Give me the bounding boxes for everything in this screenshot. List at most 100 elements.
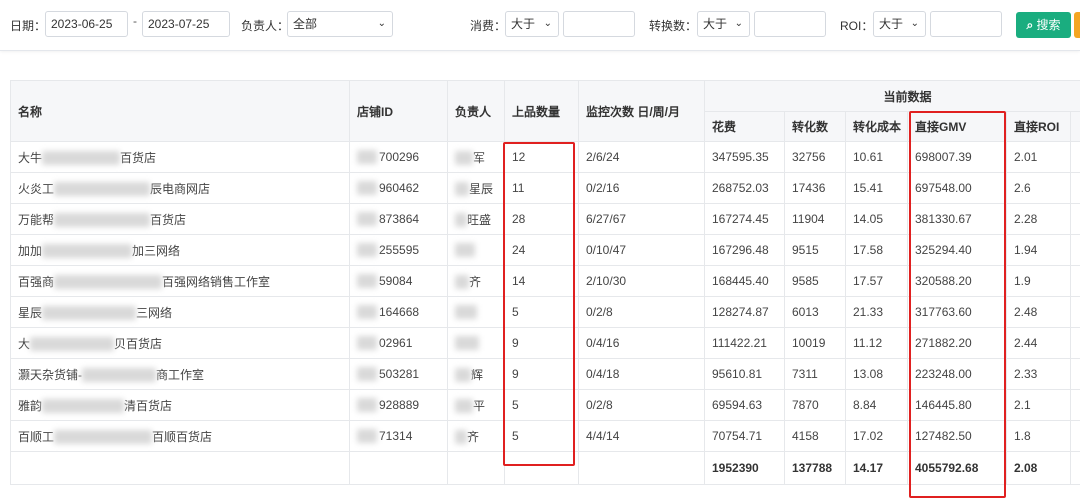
- redacted-mask: [357, 367, 377, 382]
- export-button[interactable]: [1074, 12, 1080, 38]
- search-button-label: 搜索: [1036, 18, 1061, 32]
- owner-select[interactable]: 全部 ⌄: [287, 11, 393, 37]
- store-id-value: 255595: [379, 242, 420, 257]
- store-name-prefix: 万能帮: [18, 212, 55, 227]
- col-direct-gmv[interactable]: 直接GMV: [907, 111, 1007, 142]
- col-listed-count[interactable]: 上品数量: [504, 80, 579, 142]
- cell-monitor-count: 0/4/16: [578, 327, 705, 359]
- col-name[interactable]: 名称: [10, 80, 350, 142]
- redacted-mask: [42, 306, 137, 321]
- owner-value: 齐: [467, 429, 480, 444]
- cell-store-id: 02961: [349, 327, 448, 359]
- table-row[interactable]: 万能帮 百货店 873864 旺盛 28 6/27/67 167274.45 11904 14.…: [10, 203, 1080, 235]
- cell-conversion-cost: 17.58: [845, 234, 908, 266]
- col-overflow: [1069, 111, 1080, 142]
- chevron-down-icon: ⌄: [734, 18, 743, 29]
- col-conversions[interactable]: 转化数: [784, 111, 846, 142]
- roi-value-input[interactable]: [930, 11, 1002, 37]
- date-end-input[interactable]: 2023-07-25: [142, 11, 230, 37]
- spend-operator-value: 大于: [511, 17, 536, 31]
- cell-owner: 平: [447, 389, 505, 421]
- cell-store-id: 59084: [349, 265, 448, 297]
- date-start-input[interactable]: 2023-06-25: [45, 11, 128, 37]
- table-row[interactable]: 加加 加三网络 255595 24 0/10/47 167296.48 9515 17.58 3…: [10, 234, 1080, 266]
- table-row[interactable]: 星辰 三网络 164668 5 0/2/8 128274.87 6013 21.33 31776…: [10, 296, 1080, 328]
- cell-owner: 旺盛: [447, 203, 505, 235]
- cell-listed-count: 24: [504, 234, 579, 266]
- table-row[interactable]: 大 贝百货店 02961 9 0/4/16 111422.21 10019 11.12 2718…: [10, 327, 1080, 359]
- cell-conversions: 9515: [784, 234, 846, 266]
- total-spend: 1952390: [704, 451, 785, 485]
- table-row[interactable]: 百顺工 百顺百货店 71314 齐 5 4/4/14 70754.71 4158 17.02 12…: [10, 420, 1080, 452]
- cell-monitor-count: 0/2/16: [578, 172, 705, 204]
- col-store-id[interactable]: 店铺ID: [349, 80, 448, 142]
- cell-name: 大 贝百货店: [10, 327, 350, 359]
- store-id-value: 873864: [379, 211, 420, 226]
- store-name-suffix: 贝百货店: [114, 336, 163, 351]
- spend-operator-select[interactable]: 大于 ⌄: [505, 11, 559, 37]
- chevron-down-icon: ⌄: [543, 18, 552, 29]
- cell-direct-gmv: 320588.20: [907, 265, 1007, 297]
- total-conversions: 137788: [784, 451, 846, 485]
- cell-spend: 128274.87: [704, 296, 785, 328]
- spend-value-input[interactable]: [563, 11, 635, 37]
- col-spend[interactable]: 花费: [704, 111, 785, 142]
- cell-direct-gmv: 146445.80: [907, 389, 1007, 421]
- cell-conversions: 7311: [784, 358, 846, 390]
- cell-overflow: [1069, 389, 1080, 421]
- cell-owner: 辉: [447, 358, 505, 390]
- roi-label: ROI：: [840, 19, 874, 33]
- table-row[interactable]: 百强商 百强网络销售工作室 59084 齐 14 2/10/30 168445.40 9585…: [10, 265, 1080, 297]
- redacted-mask: [82, 368, 156, 383]
- cell-listed-count: 5: [504, 389, 579, 421]
- col-owner[interactable]: 负责人: [447, 80, 505, 142]
- cell-direct-roi: 1.9: [1006, 265, 1071, 297]
- owner-value: 星辰: [469, 181, 494, 196]
- col-conversion-cost[interactable]: 转化成本: [845, 111, 908, 142]
- cell-direct-roi: 1.94: [1006, 234, 1071, 266]
- cell-overflow: [1069, 296, 1080, 328]
- cell-direct-gmv: 223248.00: [907, 358, 1007, 390]
- search-button[interactable]: ⌕ 搜索: [1016, 12, 1071, 38]
- cell-spend: 111422.21: [704, 327, 785, 359]
- table-row[interactable]: 火炎工 辰电商网店 960462 星辰 11 0/2/16 268752.03 17436 15…: [10, 172, 1080, 204]
- cell-name: 大牛 百货店: [10, 141, 350, 173]
- col-direct-roi[interactable]: 直接ROI: [1006, 111, 1071, 142]
- cell-owner: 齐: [447, 265, 505, 297]
- cell-name: 加加 加三网络: [10, 234, 350, 266]
- table-row[interactable]: 雅韵 清百货店 928889 平 5 0/2/8 69594.63 7870 8.84 14644…: [10, 389, 1080, 421]
- cell-listed-count: 5: [504, 420, 579, 452]
- table-row[interactable]: 大牛 百货店 700296 军 12 2/6/24 347595.35 32756 10.61 6…: [10, 141, 1080, 173]
- cell-listed-count: 5: [504, 296, 579, 328]
- redacted-mask: [357, 429, 377, 444]
- store-id-value: 02961: [379, 335, 413, 350]
- redacted-mask: [54, 430, 153, 445]
- store-id-value: 700296: [379, 149, 420, 164]
- cell-store-id: 71314: [349, 420, 448, 452]
- cell-owner: 军: [447, 141, 505, 173]
- date-separator: -: [133, 14, 137, 28]
- chevron-down-icon: ⌄: [377, 18, 386, 29]
- store-id-value: 503281: [379, 366, 420, 381]
- redacted-mask: [54, 213, 151, 228]
- cell-conversion-cost: 11.12: [845, 327, 908, 359]
- cell-conversions: 11904: [784, 203, 846, 235]
- redacted-mask: [455, 430, 467, 445]
- conversion-value-input[interactable]: [754, 11, 826, 37]
- col-monitor-count[interactable]: 监控次数 日/周/月: [578, 80, 705, 142]
- cell-direct-gmv: 697548.00: [907, 172, 1007, 204]
- table-row[interactable]: 灏天杂货铺- 商工作室 503281 辉 9 0/4/18 95610.81 7311 13.0…: [10, 358, 1080, 390]
- cell-monitor-count: 6/27/67: [578, 203, 705, 235]
- store-id-value: 164668: [379, 304, 420, 319]
- cell-spend: 70754.71: [704, 420, 785, 452]
- conversion-operator-select[interactable]: 大于 ⌄: [697, 11, 750, 37]
- cell-owner: 齐: [447, 420, 505, 452]
- roi-operator-select[interactable]: 大于 ⌄: [873, 11, 926, 37]
- cell-spend: 268752.03: [704, 172, 785, 204]
- store-name-suffix: 加三网络: [132, 243, 181, 258]
- cell-conversion-cost: 8.84: [845, 389, 908, 421]
- store-name-prefix: 大: [18, 336, 31, 351]
- cell-monitor-count: 0/4/18: [578, 358, 705, 390]
- cell-conversion-cost: 15.41: [845, 172, 908, 204]
- cell-direct-gmv: 271882.20: [907, 327, 1007, 359]
